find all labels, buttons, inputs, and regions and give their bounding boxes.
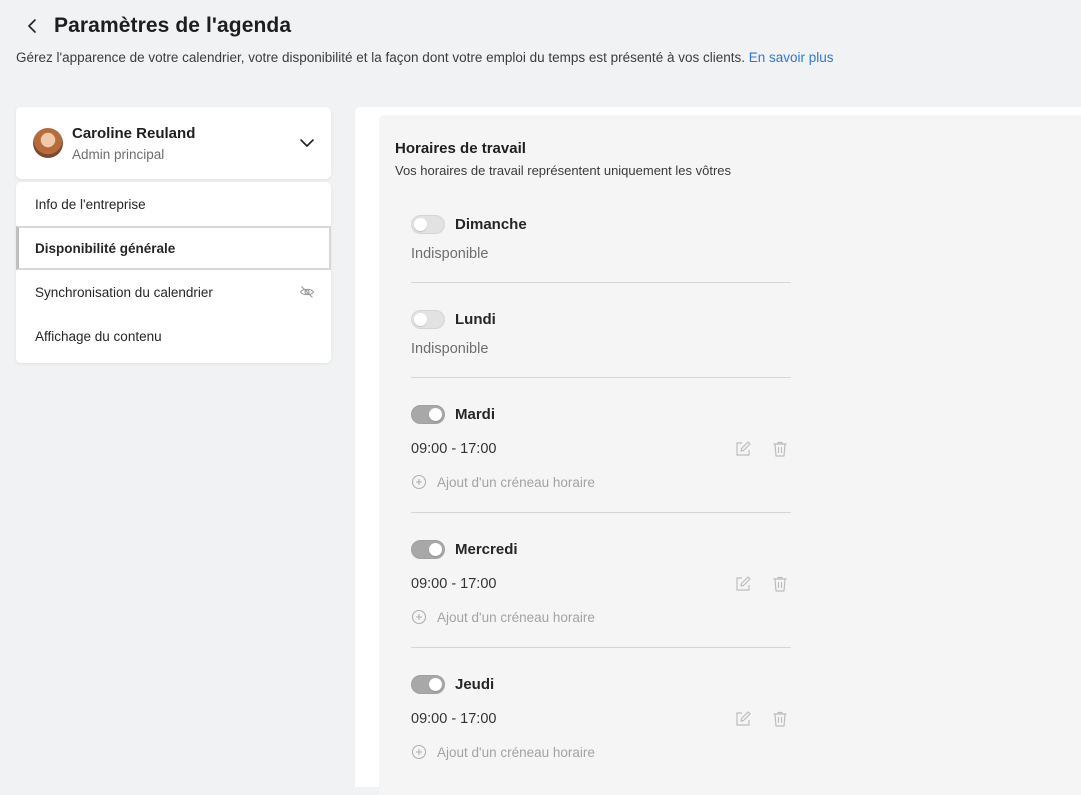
profile-selector[interactable]: Caroline Reuland Admin principal	[16, 107, 331, 179]
profile-text: Caroline Reuland Admin principal	[72, 125, 195, 162]
menu-item-calendar-sync[interactable]: Synchronisation du calendrier	[16, 270, 331, 314]
edit-icon[interactable]	[734, 440, 752, 458]
working-hours-section: Horaires de travail Vos horaires de trav…	[379, 115, 1081, 795]
settings-content-panel: Horaires de travail Vos horaires de trav…	[355, 107, 1081, 795]
toggle-knob	[429, 677, 442, 691]
back-button[interactable]	[16, 12, 48, 40]
time-slot-row: 09:00 - 17:00	[411, 574, 791, 594]
learn-more-link[interactable]: En savoir plus	[749, 50, 834, 65]
menu-item-label: Disponibilité générale	[35, 240, 176, 256]
toggle-knob	[414, 217, 427, 231]
page-header: Paramètres de l'agenda Gérez l'apparence…	[16, 12, 1066, 65]
add-slot-label: Ajout d'un créneau horaire	[437, 609, 595, 625]
page-title: Paramètres de l'agenda	[54, 14, 292, 37]
day-name: Dimanche	[455, 215, 527, 233]
menu-item-label: Synchronisation du calendrier	[35, 284, 213, 300]
page-subtitle: Gérez l'apparence de votre calendrier, v…	[16, 50, 1066, 65]
eye-off-icon	[299, 286, 315, 298]
chevron-left-icon	[28, 19, 36, 33]
trash-icon[interactable]	[771, 710, 789, 728]
plus-circle-icon	[411, 744, 427, 760]
day-toggle-sunday[interactable]	[411, 214, 445, 234]
day-header: Jeudi	[411, 673, 791, 695]
day-header: Mardi	[411, 403, 791, 425]
section-subtitle: Vos horaires de travail représentent uni…	[395, 163, 732, 178]
edit-icon[interactable]	[734, 710, 752, 728]
page-subtitle-text: Gérez l'apparence de votre calendrier, v…	[16, 50, 745, 65]
profile-role: Admin principal	[72, 146, 165, 162]
title-row: Paramètres de l'agenda	[16, 12, 1066, 40]
plus-circle-icon	[411, 474, 427, 490]
edit-icon[interactable]	[734, 575, 752, 593]
trash-icon[interactable]	[771, 440, 789, 458]
add-slot-label: Ajout d'un créneau horaire	[437, 474, 595, 490]
day-row-wednesday: Mercredi 09:00 - 17:00 Ajout d'un crénea…	[411, 538, 791, 648]
slot-actions	[734, 440, 789, 458]
day-toggle-monday[interactable]	[411, 309, 445, 329]
slot-actions	[734, 710, 789, 728]
day-row-sunday: Dimanche Indisponible	[411, 213, 791, 283]
add-time-slot-button[interactable]: Ajout d'un créneau horaire	[411, 474, 791, 490]
plus-circle-icon	[411, 609, 427, 625]
menu-item-label: Info de l'entreprise	[35, 196, 146, 212]
day-row-tuesday: Mardi 09:00 - 17:00 Ajout d'un créneau h…	[411, 403, 791, 513]
toggle-knob	[414, 312, 427, 326]
add-slot-label: Ajout d'un créneau horaire	[437, 744, 595, 760]
day-status: Indisponible	[411, 341, 489, 357]
menu-item-company-info[interactable]: Info de l'entreprise	[16, 182, 331, 226]
chevron-down-icon	[300, 139, 314, 147]
menu-item-general-availability[interactable]: Disponibilité générale	[16, 226, 331, 270]
section-title: Horaires de travail	[395, 140, 526, 157]
time-slot-row: 09:00 - 17:00	[411, 709, 791, 729]
menu-item-label: Affichage du contenu	[35, 328, 162, 344]
slot-time: 09:00 - 17:00	[411, 711, 497, 727]
day-status: Indisponible	[411, 246, 489, 262]
slot-time: 09:00 - 17:00	[411, 576, 497, 592]
slot-time: 09:00 - 17:00	[411, 441, 497, 457]
time-slot-row: 09:00 - 17:00	[411, 439, 791, 459]
toggle-knob	[429, 407, 442, 421]
day-name: Jeudi	[455, 675, 495, 693]
day-header: Lundi	[411, 308, 791, 330]
day-row-thursday: Jeudi 09:00 - 17:00 Ajout d'un créneau h…	[411, 673, 791, 783]
profile-name: Caroline Reuland	[72, 124, 196, 142]
avatar	[33, 128, 63, 158]
day-name: Mardi	[455, 405, 496, 423]
toggle-knob	[429, 542, 442, 556]
day-name: Mercredi	[455, 540, 518, 558]
slot-actions	[734, 575, 789, 593]
add-time-slot-button[interactable]: Ajout d'un créneau horaire	[411, 609, 791, 625]
day-header: Dimanche	[411, 213, 791, 235]
day-toggle-wednesday[interactable]	[411, 539, 445, 559]
day-row-monday: Lundi Indisponible	[411, 308, 791, 378]
day-header: Mercredi	[411, 538, 791, 560]
add-time-slot-button[interactable]: Ajout d'un créneau horaire	[411, 744, 791, 760]
day-toggle-tuesday[interactable]	[411, 404, 445, 424]
day-toggle-thursday[interactable]	[411, 674, 445, 694]
settings-menu: Info de l'entreprise Disponibilité génér…	[16, 182, 331, 363]
trash-icon[interactable]	[771, 575, 789, 593]
day-name: Lundi	[455, 310, 496, 328]
menu-item-content-display[interactable]: Affichage du contenu	[16, 314, 331, 358]
